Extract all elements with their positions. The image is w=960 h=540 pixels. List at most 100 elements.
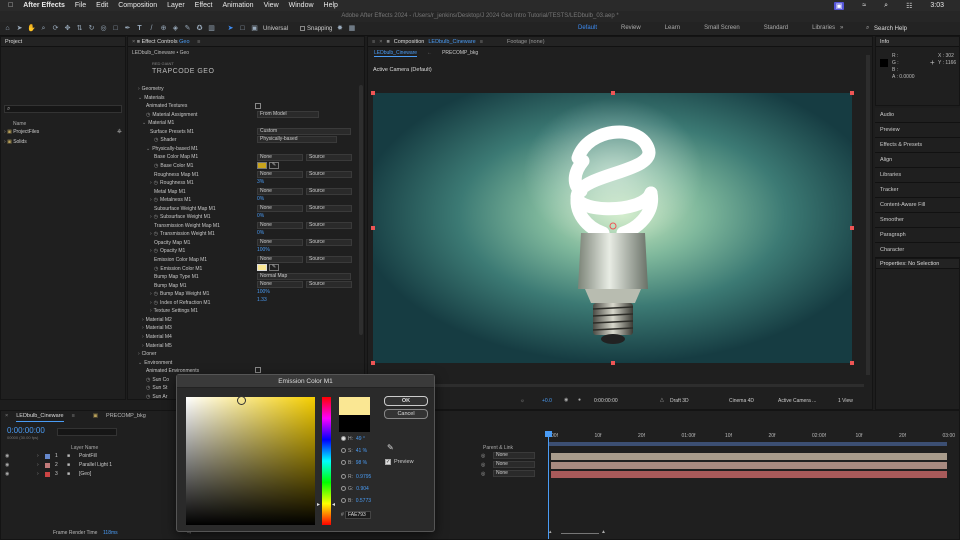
effect-row[interactable]: ◷ Sun Ar (146, 393, 167, 401)
universal-label[interactable]: Universal (263, 26, 288, 32)
opacity-value[interactable]: 100% (257, 246, 270, 254)
color-field-cursor[interactable] (237, 396, 246, 405)
comp-horizontal-scrollbar[interactable] (374, 384, 864, 387)
base-color-map-dropdown[interactable]: None (257, 154, 303, 161)
color-value[interactable]: 0.904 (356, 486, 369, 492)
menu-file[interactable]: File (75, 2, 86, 9)
effect-row[interactable]: ⌄ Materials (138, 94, 165, 102)
close-icon[interactable]: × (132, 39, 135, 45)
chevron-right-icon[interactable]: › (138, 86, 140, 92)
menu-view[interactable]: View (264, 2, 279, 9)
color-value-row[interactable]: B: 0.5773 (341, 497, 371, 506)
chevron-right-icon[interactable]: › (150, 231, 152, 237)
base-color-eyedropper-icon[interactable]: ✎ (269, 162, 279, 169)
comp-vertical-scrollbar[interactable] (866, 55, 870, 375)
right-panel-libraries[interactable]: Libraries (875, 168, 960, 183)
app-icon[interactable]: ▣ (833, 1, 845, 10)
view-axis-icon[interactable]: ▣ (250, 24, 259, 33)
timeline-search[interactable] (57, 428, 117, 436)
effect-row[interactable]: Roughness Map M1 (154, 171, 199, 179)
effect-row[interactable]: › ◷ Index of Refraction M1 (150, 299, 210, 307)
bump-map-dropdown[interactable]: None (257, 281, 303, 288)
puppet-tool-icon[interactable]: ✪ (195, 24, 204, 33)
camera-dropdown[interactable]: Active Camera ... (778, 398, 816, 404)
menu-composition[interactable]: Composition (118, 2, 157, 9)
color-value-row[interactable]: H: 49 ° (341, 435, 365, 444)
effect-row[interactable]: Emission Color Map M1 (154, 256, 207, 264)
stopwatch-icon[interactable]: ◷ (154, 214, 158, 220)
hue-slider[interactable] (322, 397, 331, 525)
col-parent[interactable]: Parent & Link (483, 445, 513, 451)
effect-row[interactable]: › ◷ Transmission Weight M1 (150, 230, 215, 238)
renderer-dropdown[interactable]: Cinema 4D (729, 398, 754, 404)
search-help-input[interactable]: Search Help (874, 26, 907, 32)
project-col-name[interactable]: Name (13, 121, 26, 127)
roughness-map-dropdown[interactable]: None (257, 171, 303, 178)
bump-map-source[interactable]: Source (306, 281, 352, 288)
rotation-tool-icon[interactable]: ↻ (87, 24, 96, 33)
chevron-right-icon[interactable]: › (150, 308, 152, 314)
rectangle-tool-icon[interactable]: □ (111, 24, 120, 33)
effect-row[interactable]: ◷ Sun Co (146, 376, 169, 384)
chevron-right-icon[interactable]: › (150, 248, 152, 254)
right-panel-align[interactable]: Align (875, 153, 960, 168)
clock[interactable]: 3:03 (930, 2, 944, 9)
selection-handle-bl[interactable] (371, 361, 375, 365)
current-time[interactable]: 0:00:00:00 (594, 398, 618, 404)
transmission-value[interactable]: 0% (257, 229, 264, 237)
snap-options-icon[interactable]: ✸ (335, 24, 344, 33)
effect-row[interactable]: › ◷ Opacity M1 (150, 247, 185, 255)
stopwatch-icon[interactable]: ◷ (154, 137, 158, 143)
radio-button[interactable] (341, 436, 346, 442)
radio-button[interactable] (341, 486, 346, 492)
menu-help[interactable]: Help (324, 2, 338, 9)
chevron-down-icon[interactable]: ⌄ (146, 146, 150, 152)
orbit-tool-icon[interactable]: ⟳ (51, 24, 60, 33)
shader-dropdown[interactable]: Physically-based (257, 136, 337, 143)
preview-checkbox[interactable]: ✓ (385, 459, 391, 465)
emission-map-source[interactable]: Source (306, 256, 352, 263)
chevron-right-icon[interactable]: › (150, 197, 152, 203)
right-panel-preview[interactable]: Preview (875, 123, 960, 138)
effect-row[interactable]: Subsurface Weight Map M1 (154, 205, 216, 213)
effect-row[interactable]: › Material M2 (142, 316, 172, 324)
menu-window[interactable]: Window (289, 2, 314, 9)
pan-tool-icon[interactable]: ✥ (63, 24, 72, 33)
workspace-default[interactable]: Default (578, 25, 597, 31)
effect-row[interactable]: ⌄ Physically-based M1 (146, 145, 198, 153)
selection-handle-tm[interactable] (611, 91, 615, 95)
type-tool-icon[interactable]: T (135, 24, 144, 33)
opacity-map-dropdown[interactable]: None (257, 239, 303, 246)
effect-row[interactable]: › Texture Settings M1 (150, 307, 198, 315)
close-icon[interactable]: × (379, 37, 382, 46)
effect-row[interactable]: › Material M4 (142, 333, 172, 341)
timeline-tab-ledbulb[interactable]: LEDbulb_Cineware (16, 413, 64, 422)
effect-row[interactable]: Transmission Weight Map M1 (154, 222, 220, 230)
playhead-handle[interactable] (545, 431, 552, 437)
stopwatch-icon[interactable]: ◷ (154, 231, 158, 237)
transmission-map-source[interactable]: Source (306, 222, 352, 229)
draft-3d-icon[interactable]: △ (660, 397, 664, 403)
emission-eyedropper-icon[interactable]: ✎ (269, 264, 279, 271)
chevron-right-icon[interactable]: › (4, 139, 6, 145)
chevron-right-icon[interactable]: › (150, 300, 152, 306)
menu-icon[interactable]: ≡ (372, 37, 375, 46)
stopwatch-icon[interactable]: ◷ (154, 180, 158, 186)
project-item-projectfiles[interactable]: › ▣ ProjectFiles (4, 129, 39, 135)
effect-row[interactable]: Bump Map M1 (154, 282, 187, 290)
project-panel-title[interactable]: Project (1, 37, 125, 47)
timeline-tab-precomp[interactable]: PRECOMP_bkg (106, 413, 146, 422)
menu-edit[interactable]: Edit (96, 2, 108, 9)
info-title[interactable]: Info (876, 37, 959, 47)
selection-tool-icon[interactable]: ➤ (15, 24, 24, 33)
view-layout-dropdown[interactable]: 1 View (838, 398, 853, 404)
color-value-row[interactable]: B: 98 % (341, 459, 367, 468)
project-item-solids[interactable]: › ▣ Solids (4, 139, 27, 145)
work-area-bar[interactable] (549, 442, 947, 446)
stopwatch-icon[interactable]: ◷ (154, 300, 158, 306)
effect-row[interactable]: Opacity Map M1 (154, 239, 190, 247)
zoom-out-icon[interactable]: ▴ (549, 529, 552, 535)
effect-controls-scrollbar[interactable] (359, 85, 363, 335)
channel-icon[interactable]: ● (578, 397, 581, 403)
chevron-right-icon[interactable]: › (138, 351, 140, 357)
